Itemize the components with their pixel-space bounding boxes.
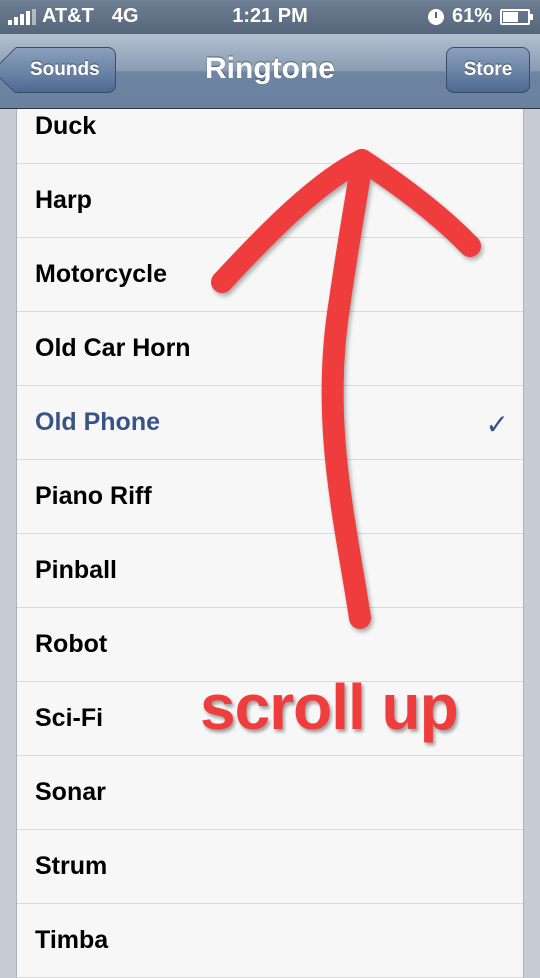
battery-icon [500, 8, 533, 25]
ringtone-row[interactable]: Old Car Horn [17, 312, 523, 386]
ringtone-row[interactable]: Timba [17, 904, 523, 978]
status-bar: AT&T 4G 1:21 PM 61% [0, 0, 540, 34]
ringtone-label: Piano Riff [35, 482, 152, 510]
ringtone-row[interactable]: Motorcycle [17, 238, 523, 312]
store-button[interactable]: Store [446, 47, 530, 93]
scroll-up-annotation: scroll up [200, 671, 459, 743]
ringtone-label: Robot [35, 630, 108, 658]
ringtone-row[interactable]: Sonar [17, 756, 523, 830]
ringtone-row[interactable]: Harp [17, 164, 523, 238]
ringtone-label: Motorcycle [35, 260, 167, 288]
ringtone-label: Duck [35, 112, 97, 140]
ringtone-row[interactable]: Strum [17, 830, 523, 904]
ringtone-label: Pinball [35, 556, 117, 584]
navigation-bar: Sounds Ringtone Store [0, 34, 540, 109]
ringtone-label: Harp [35, 186, 92, 214]
ringtone-label: Timba [35, 926, 109, 954]
checkmark-icon: ✓ [485, 409, 509, 440]
ringtone-label: Strum [35, 852, 108, 880]
ringtone-list[interactable]: Duck Harp Motorcycle Old Car Horn Old Phone ✓… [16, 90, 524, 978]
ringtone-row[interactable]: Old Phone ✓ [17, 386, 523, 460]
status-right: 61% [427, 5, 533, 28]
alarm-clock-icon [427, 8, 444, 25]
ringtone-label: Sci-Fi [35, 704, 104, 732]
ringtone-label: Sonar [35, 778, 106, 806]
ringtone-row[interactable]: Pinball [17, 534, 523, 608]
ringtone-label: Old Car Horn [35, 334, 191, 362]
battery-percent: 61% [451, 5, 492, 27]
ringtone-row[interactable]: Piano Riff [17, 460, 523, 534]
ringtone-label: Old Phone [35, 408, 160, 436]
